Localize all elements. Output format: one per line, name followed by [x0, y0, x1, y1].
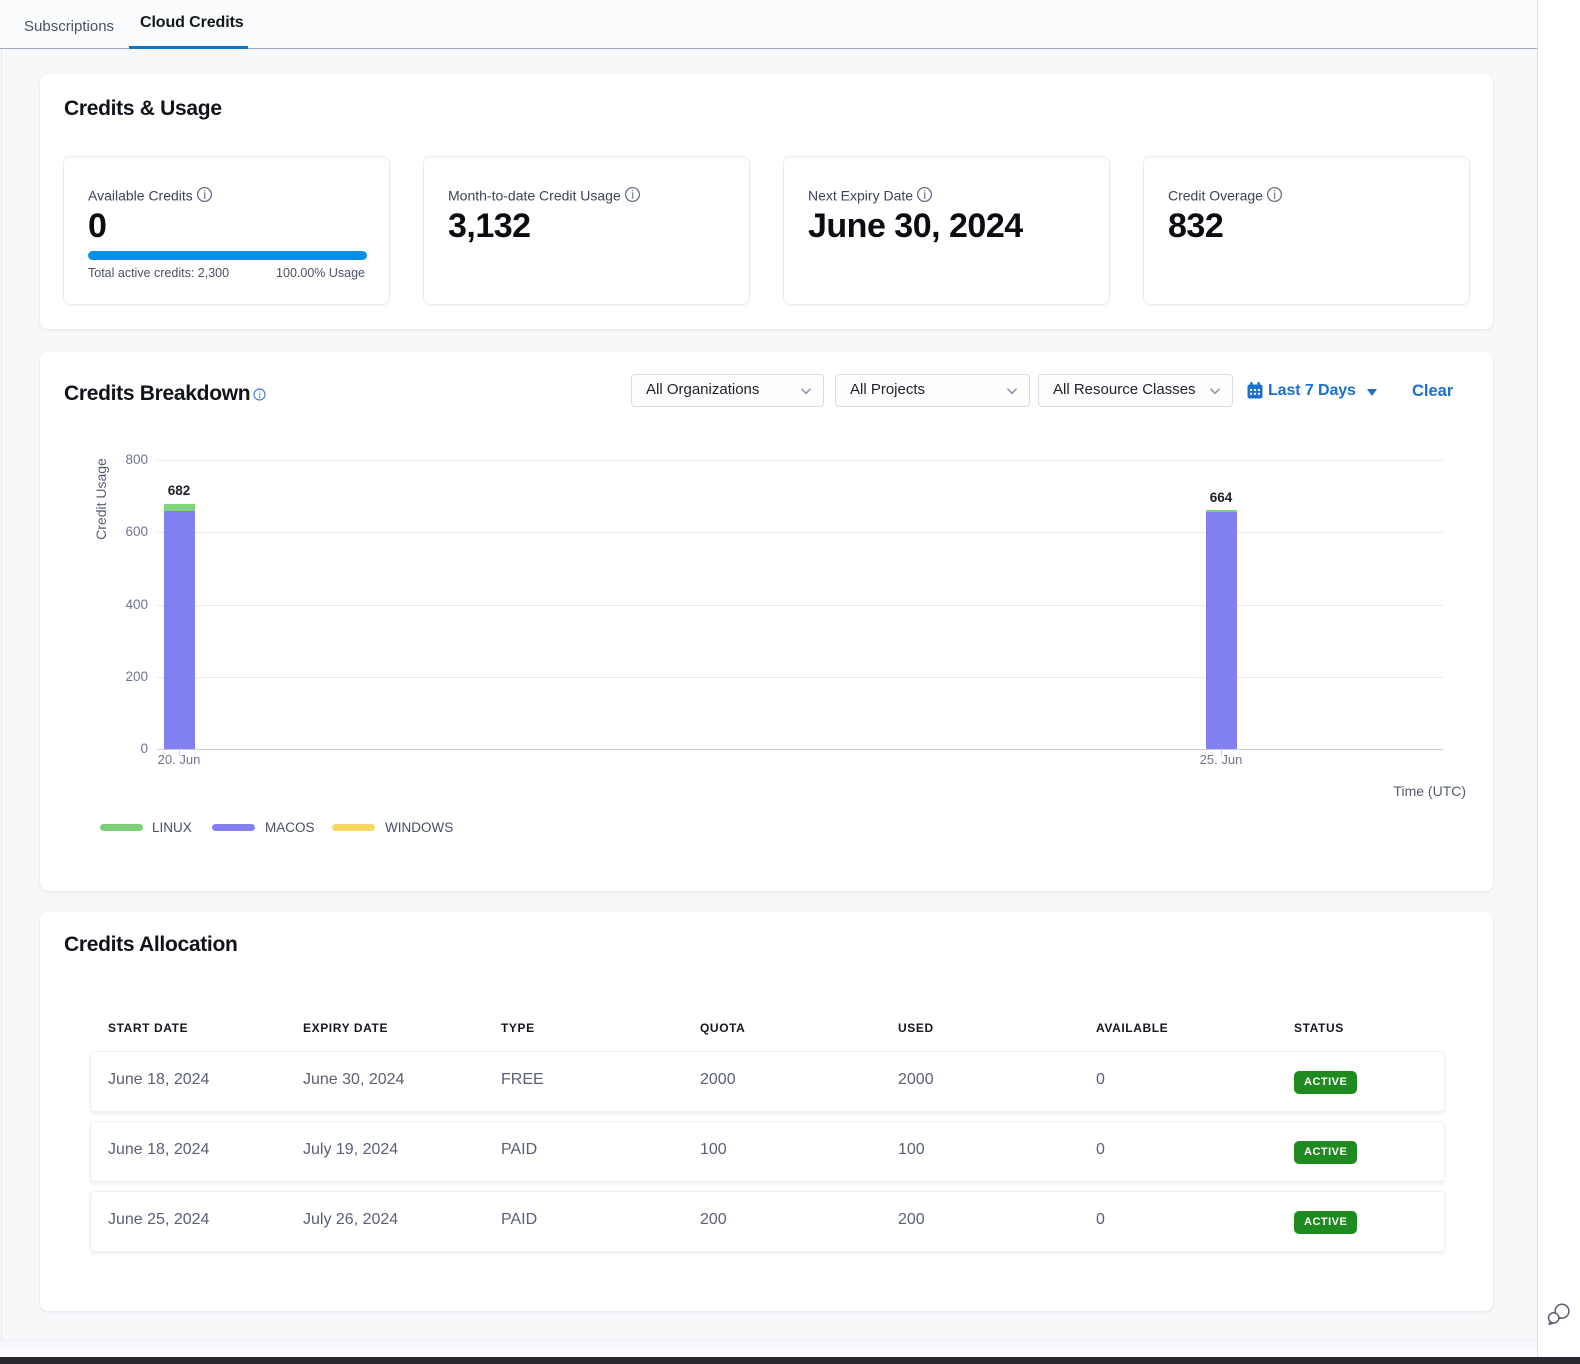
svg-text:i: i: [203, 188, 207, 202]
svg-text:i: i: [258, 390, 261, 401]
svg-text:i: i: [1273, 188, 1277, 202]
svg-text:i: i: [631, 188, 635, 202]
svg-text:i: i: [923, 188, 927, 202]
